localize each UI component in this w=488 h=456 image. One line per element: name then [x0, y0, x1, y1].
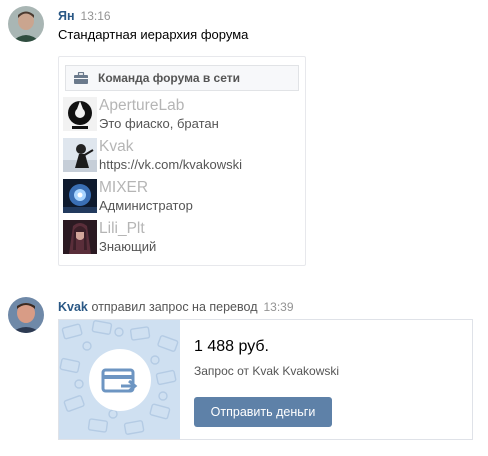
request-from: Запрос от Kvak Kvakowski	[194, 364, 340, 378]
member-avatar[interactable]	[63, 220, 97, 254]
member-role: Администратор	[99, 198, 193, 213]
widget-title: Команда форума в сети	[98, 71, 241, 85]
forum-team-widget: Команда форума в сети ApertureLab Это фи…	[58, 56, 306, 266]
avatar-yan[interactable]	[8, 6, 44, 42]
member-avatar[interactable]	[63, 97, 97, 131]
member-name[interactable]: Kvak	[99, 138, 133, 156]
member-name[interactable]: MIXER	[99, 179, 148, 197]
transfer-amount: 1 488 руб.	[194, 338, 269, 355]
member-role: https://vk.com/kvakowski	[99, 157, 243, 172]
card-illustration	[59, 320, 180, 439]
member-item[interactable]: Lili_Plt Знающий	[63, 220, 303, 256]
message-action: отправил запрос на перевод	[91, 300, 258, 314]
message-text: Стандартная иерархия форума	[58, 27, 249, 42]
member-avatar[interactable]	[63, 138, 97, 172]
widget-header: Команда форума в сети	[65, 65, 299, 91]
member-item[interactable]: MIXER Администратор	[63, 179, 303, 215]
briefcase-icon	[74, 72, 88, 84]
money-request-card: 1 488 руб. Запрос от Kvak Kvakowski Отпр…	[58, 319, 473, 440]
author-link[interactable]: Kvak	[58, 300, 88, 314]
member-avatar[interactable]	[63, 179, 97, 213]
member-name[interactable]: Lili_Plt	[99, 220, 145, 238]
send-money-button[interactable]: Отправить деньги	[194, 397, 332, 427]
author-link[interactable]: Ян	[58, 9, 75, 23]
message-header-1: Ян 13:16	[58, 8, 111, 23]
message-header-2: Kvak отправил запрос на перевод 13:39	[58, 299, 294, 314]
member-role: Знающий	[99, 239, 157, 254]
avatar-kvak[interactable]	[8, 297, 44, 333]
member-role: Это фиаско, братан	[99, 116, 219, 131]
member-item[interactable]: Kvak https://vk.com/kvakowski	[63, 138, 303, 174]
member-name[interactable]: ApertureLab	[99, 97, 184, 115]
message-time[interactable]: 13:39	[263, 300, 293, 314]
member-item[interactable]: ApertureLab Это фиаско, братан	[63, 97, 303, 133]
message-time[interactable]: 13:16	[81, 9, 111, 23]
